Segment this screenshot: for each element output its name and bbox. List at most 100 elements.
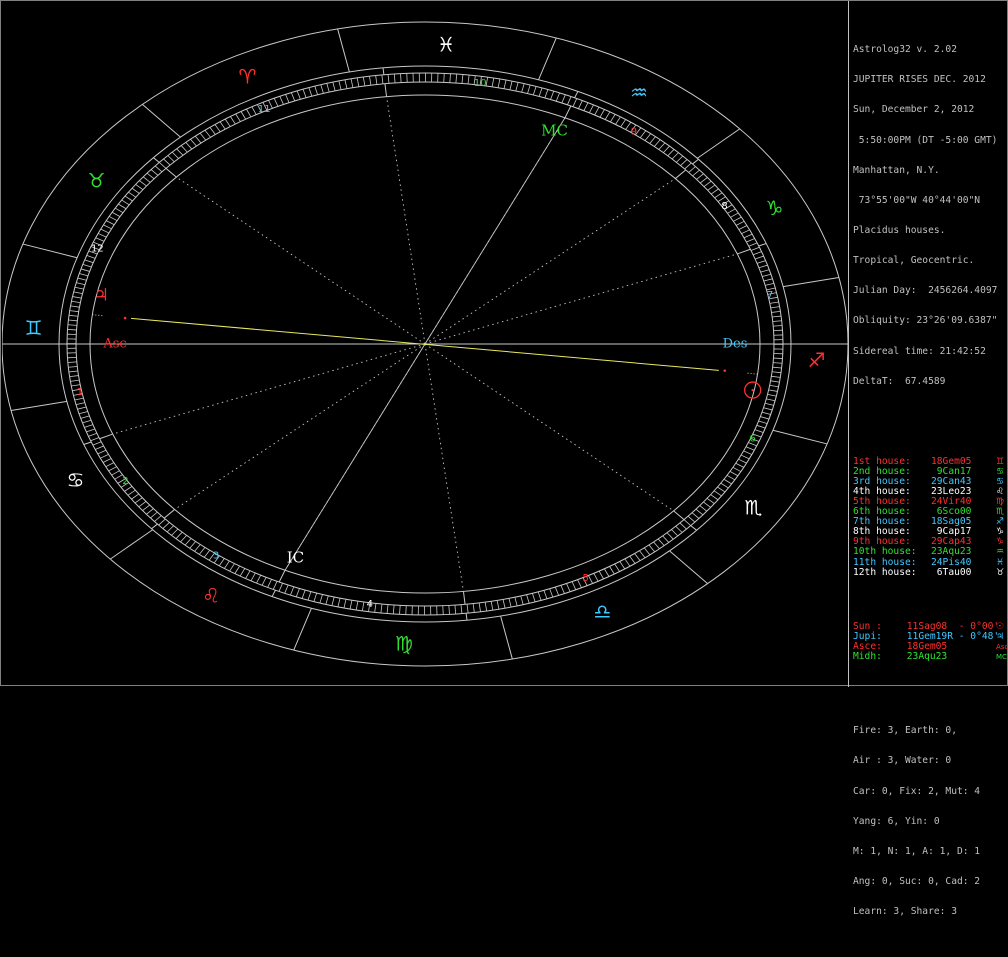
house-cusp-line <box>272 590 275 596</box>
sign-icon: ♑ <box>996 537 1004 547</box>
house-cusp-line <box>674 511 684 520</box>
sign-boundary <box>110 530 152 559</box>
house-cusp-line <box>425 344 463 591</box>
julian-day: Julian Day: 2456264.4097 <box>853 286 1007 296</box>
house-cusp-line <box>176 177 425 344</box>
house-row: 12th house: 6Tau00 ♉ <box>853 568 1007 578</box>
house-number: 7 <box>767 290 773 301</box>
planet-position: 23Aqu23 <box>901 652 947 662</box>
sign-boundary <box>11 401 67 410</box>
zodiac-sign-icon: ♍ <box>395 632 413 656</box>
house-number: 1 <box>77 387 83 398</box>
sign-boundary <box>338 29 350 72</box>
sign-icon: ♋ <box>996 477 1004 487</box>
zodiac-sign-icon: ♊ <box>25 316 43 340</box>
house-cusp-line <box>759 243 766 246</box>
zodiac-sign-icon: ♉ <box>88 168 106 192</box>
zodiac-sign-icon: ♒ <box>630 81 648 105</box>
house-cusp-list: 1st house:18Gem05♊2nd house: 9Can17♋3rd … <box>853 457 1007 578</box>
house-cusp-line <box>387 97 425 344</box>
planet-marker <box>723 369 726 372</box>
house-number: 5 <box>583 573 589 584</box>
house-cusp-line <box>151 524 157 529</box>
stat-line: Fire: 3, Earth: 0, <box>853 726 1007 736</box>
angle-label: Asc <box>102 337 126 352</box>
zodiac-sign-icon: ♋ <box>67 468 85 492</box>
info-panel: Astrolog32 v. 2.02 JUPITER RISES DEC. 20… <box>853 5 1007 683</box>
angle-label: IC <box>287 548 304 566</box>
house-cusp-line <box>425 344 674 511</box>
planet-icon: ♃ <box>996 632 1004 642</box>
sign-icon: ♓ <box>996 558 1004 568</box>
sign-icon: ♌ <box>996 487 1004 497</box>
house-cusp-line <box>164 509 174 518</box>
sign-boundary <box>697 129 739 158</box>
stat-line: M: 1, N: 1, A: 1, D: 1 <box>853 847 1007 857</box>
sign-icon: ♒ <box>996 547 1004 557</box>
house-cusp-line <box>466 613 467 620</box>
delta-t: DeltaT: 67.4589 <box>853 377 1007 387</box>
house-cusp-line <box>84 442 91 445</box>
zodiac-sign-icon: ♓ <box>437 32 455 56</box>
program-version: Astrolog32 v. 2.02 <box>853 45 1007 55</box>
chart-info-block: Astrolog32 v. 2.02 JUPITER RISES DEC. 20… <box>853 25 1007 407</box>
stat-line: Air : 3, Water: 0 <box>853 756 1007 766</box>
house-number: 2 <box>122 476 128 487</box>
planet-label: Midh: <box>853 652 882 662</box>
sign-boundary <box>670 551 708 584</box>
sign-boundary <box>294 608 312 650</box>
sign-icon: ♍ <box>996 497 1004 507</box>
house-cusp-line <box>175 344 425 509</box>
house-number: 9 <box>631 126 637 137</box>
sign-icon: ♋ <box>996 467 1004 477</box>
obliquity: Obliquity: 23°26'09.6387" <box>853 316 1007 326</box>
zodiac-sign-icon: ♑ <box>766 196 784 220</box>
chart-coordinates: 73°55'00"W 40°44'00"N <box>853 196 1007 206</box>
sign-icon: ♊ <box>996 457 1004 467</box>
house-cusp-line <box>153 158 159 163</box>
sign-icon: ♏ <box>996 507 1004 517</box>
house-number: 4 <box>367 599 373 610</box>
sign-boundary <box>773 430 827 444</box>
planet-list: Sun : 11Sag08 - 0°00'☉Jupi: 11Gem19R - 0… <box>853 622 1007 662</box>
zodiac-sign-icon: ♎ <box>594 599 612 623</box>
sign-icon: ♐ <box>996 517 1004 527</box>
stat-line: Car: 0, Fix: 2, Mut: 4 <box>853 787 1007 797</box>
house-cusp-line <box>693 159 699 164</box>
zodiac-sign-icon: ♐ <box>807 348 825 372</box>
planet-icon: Asc <box>996 642 1008 652</box>
zodiac-sign-icon: ♏ <box>744 496 762 520</box>
chart-title: JUPITER RISES DEC. 2012 <box>853 75 1007 85</box>
sign-icon: ♑ <box>996 527 1004 537</box>
sign-boundary <box>539 38 557 80</box>
planet-icon: MC <box>996 652 1007 662</box>
sign-boundary <box>23 244 77 258</box>
house-number: 6 <box>749 433 755 444</box>
sun-icon-dot <box>751 389 753 391</box>
house-cusp-line <box>166 168 176 177</box>
house-cusp: 6Tau00 <box>931 568 971 578</box>
zodiac-type: Tropical, Geocentric. <box>853 256 1007 266</box>
planet-tick <box>747 373 758 374</box>
sidereal-time: Sidereal time: 21:42:52 <box>853 347 1007 357</box>
stat-line: Ang: 0, Suc: 0, Cad: 2 <box>853 877 1007 887</box>
chart-location: Manhattan, N.Y. <box>853 166 1007 176</box>
house-cusp-line <box>383 68 384 75</box>
element-stats: Fire: 3, Earth: 0, Air : 3, Water: 0 Car… <box>853 706 1007 937</box>
sign-boundary <box>142 104 180 137</box>
astrolog-window: ♈♉♊♋♌♍♎♏♐♑♒♓123456789101112AscDesMCIC♃ A… <box>0 0 1008 686</box>
sign-icon: ♉ <box>996 568 1004 578</box>
house-label: 12th house: <box>853 568 917 578</box>
house-cusp-line <box>279 570 285 582</box>
zodiac-sign-icon: ♌ <box>202 583 220 607</box>
house-cusp-line <box>737 249 750 254</box>
sign-boundary <box>501 616 513 659</box>
stat-line: Learn: 3, Share: 3 <box>853 907 1007 917</box>
angle-label: MC <box>541 122 568 140</box>
chart-time: 5:50:00PM (DT -5:00 GMT) <box>853 136 1007 146</box>
house-number: 3 <box>213 551 219 562</box>
chart-wheel[interactable]: ♈♉♊♋♌♍♎♏♐♑♒♓123456789101112AscDesMCIC♃ <box>2 2 848 686</box>
house-cusp-line <box>100 434 113 439</box>
house-number: 12 <box>91 244 104 255</box>
planet-marker <box>124 317 127 320</box>
